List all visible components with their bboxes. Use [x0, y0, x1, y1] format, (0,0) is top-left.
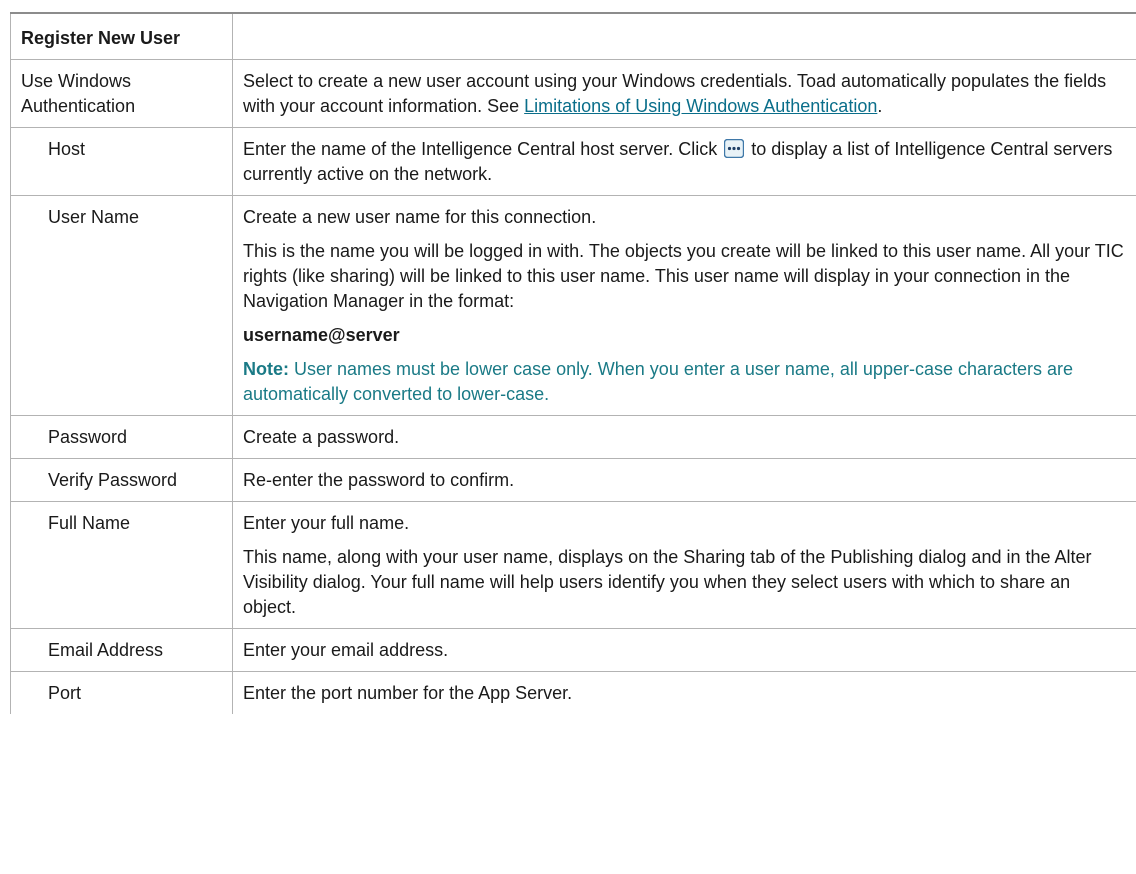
table-row-windows-auth: Use Windows Authentication Select to cre… — [10, 59, 1136, 128]
table-row-user-name: User Name Create a new user name for thi… — [10, 195, 1136, 416]
row-label: Host — [10, 127, 233, 196]
row-label: Use Windows Authentication — [10, 59, 233, 128]
row-label: Full Name — [10, 501, 233, 629]
format-example: username@server — [243, 325, 400, 345]
row-description: Create a password. — [232, 415, 1136, 459]
table-row-full-name: Full Name Enter your full name. This nam… — [10, 501, 1136, 629]
row-description: Enter the port number for the App Server… — [243, 683, 573, 703]
row-description: Enter your email address. — [232, 628, 1136, 672]
limitations-link[interactable]: Limitations of Using Windows Authenticat… — [524, 96, 877, 116]
browse-ellipsis-icon — [724, 138, 745, 159]
row-label: Email Address — [10, 628, 233, 672]
row-description: Re-enter the password to confirm. — [232, 458, 1136, 502]
header-empty-cell — [232, 12, 1136, 60]
table-row-verify-password: Verify Password Re-enter the password to… — [10, 458, 1136, 502]
row-description: Enter the name of the Intelligence Centr… — [232, 127, 1136, 196]
row-description: Create a new user name for this connecti… — [232, 195, 1136, 416]
table-row-host: Host Enter the name of the Intelligence … — [10, 127, 1136, 196]
row-description: Select to create a new user account usin… — [232, 59, 1136, 128]
row-label: Password — [10, 415, 233, 459]
row-label: Port — [10, 671, 233, 714]
table-row-port: Port Enter the port number for the App S… — [10, 671, 1136, 714]
row-label: Verify Password — [10, 458, 233, 502]
note: Note: User names must be lower case only… — [243, 359, 1074, 404]
table-row-email: Email Address Enter your email address. — [10, 628, 1136, 672]
table-row-password: Password Create a password. — [10, 415, 1136, 459]
header-title: Register New User — [10, 12, 233, 60]
table-header-row: Register New User — [10, 12, 1136, 60]
row-description: Enter your full name. This name, along w… — [232, 501, 1136, 629]
row-label: User Name — [10, 195, 233, 416]
register-user-table: Register New User Use Windows Authentica… — [10, 12, 1136, 714]
